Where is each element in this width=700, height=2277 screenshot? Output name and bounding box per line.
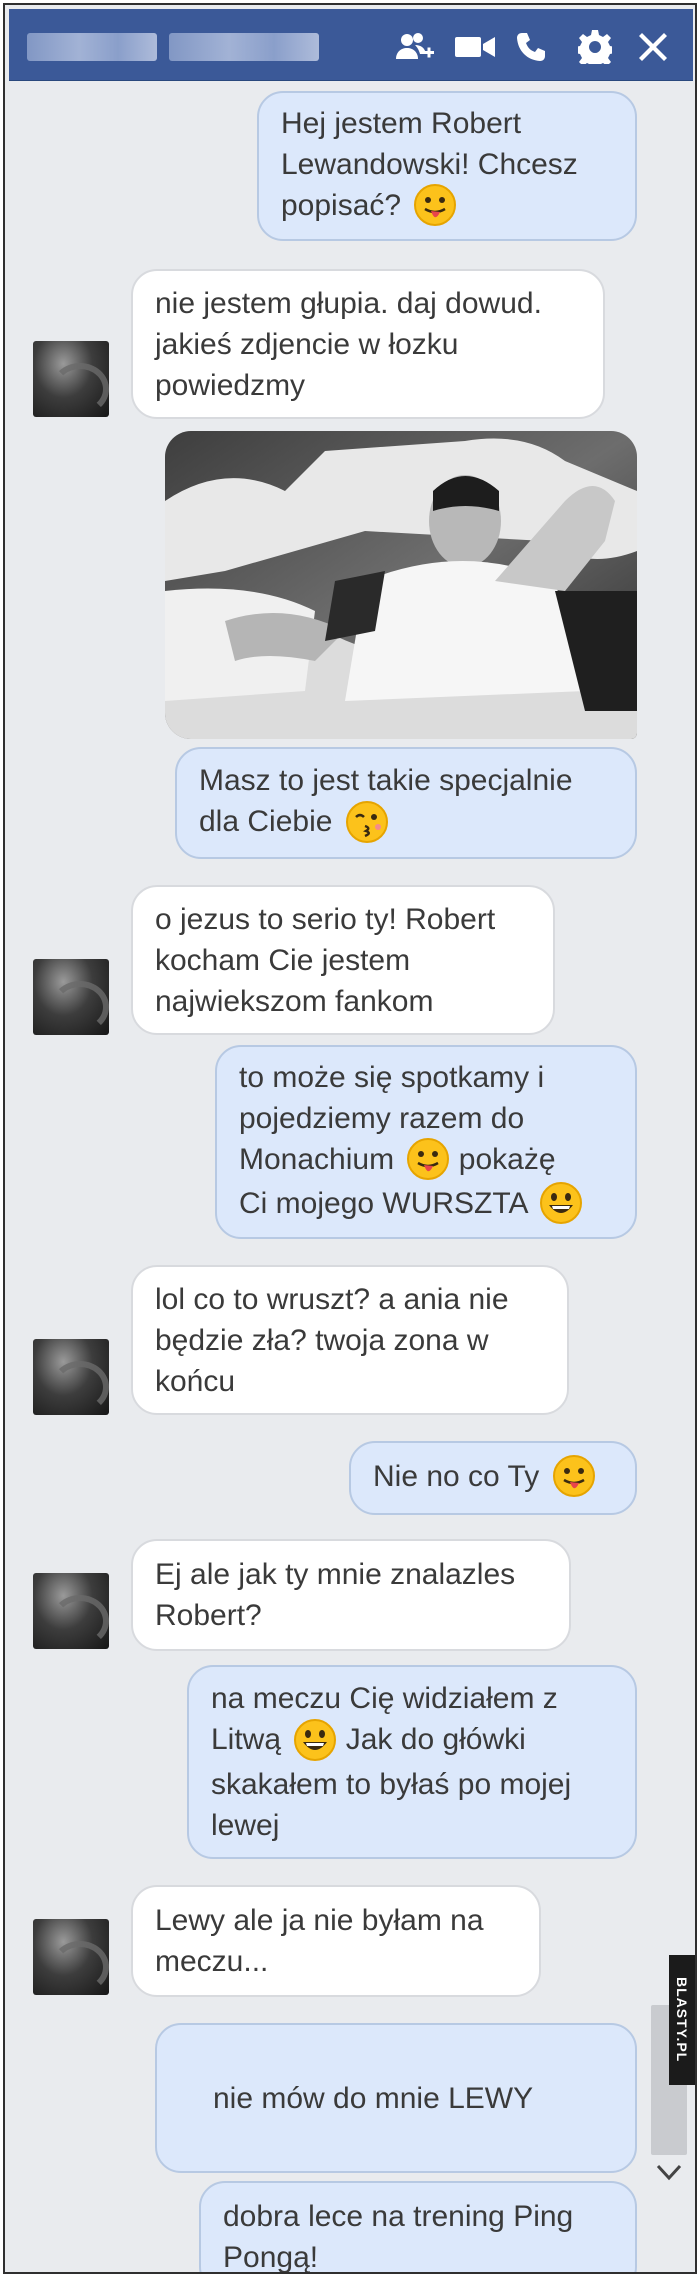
message-text: Pongą! (223, 2241, 319, 2274)
message-text: końcu (155, 1364, 236, 1398)
grinning-face-emoji-icon (294, 1718, 337, 1761)
photo-image (165, 431, 637, 739)
incoming-message: nie jestem głupia. daj dowud. jakieś zdj… (131, 269, 605, 419)
message-text: nie jestem głupia. daj dowud. (155, 286, 542, 320)
tongue-face-emoji-icon (552, 1455, 595, 1498)
outgoing-message: to może się spotkamy i pojedziemy razem … (215, 1045, 637, 1239)
outgoing-message: Masz to jest takie specjalnie dla Ciebie (175, 747, 637, 859)
message-text: Hej jestem Robert (281, 106, 522, 140)
avatar[interactable] (33, 959, 109, 1035)
grinning-face-emoji-icon (540, 1182, 583, 1225)
message-text: lewej (211, 1808, 280, 1842)
message-text: Robert? (155, 1599, 262, 1632)
message-text: pojedziemy razem do (239, 1101, 525, 1135)
message-text: meczu... (155, 1945, 269, 1978)
avatar[interactable] (33, 1919, 109, 1995)
message-text: powiedzmy (155, 368, 306, 402)
outgoing-message: Hej jestem Robert Lewandowski! Chcesz po… (257, 91, 637, 241)
chat-window: Hej jestem Robert Lewandowski! Chcesz po… (3, 3, 697, 2274)
avatar[interactable] (33, 341, 109, 417)
avatar[interactable] (33, 1573, 109, 1649)
message-text: to może się spotkamy i (239, 1060, 545, 1094)
tongue-face-emoji-icon (407, 1138, 450, 1180)
message-text: dla Ciebie (199, 805, 333, 839)
outgoing-message: na meczu Cię widziałem z Litwą Jak do gł… (187, 1665, 637, 1859)
message-text: Litwą (211, 1723, 282, 1757)
message-text: dobra lece na trening Ping (223, 2200, 574, 2233)
message-text: jakieś zdjencie w łozku (155, 327, 459, 361)
contact-name-blurred (169, 33, 319, 61)
message-text: Lewandowski! Chcesz (281, 147, 578, 181)
message-text: Masz to jest takie specjalnie (199, 764, 573, 798)
settings-gear-icon[interactable] (575, 27, 615, 67)
kissing-face-emoji-icon (345, 800, 388, 843)
message-text: pokażę (458, 1142, 556, 1176)
message-text: popisać? (281, 188, 402, 222)
message-text: na meczu Cię widziałem z (211, 1682, 558, 1716)
incoming-message: Ej ale jak ty mnie znalazles Robert? (131, 1539, 571, 1651)
chat-titlebar (9, 9, 693, 81)
outgoing-message: nie mów do mnie LEWY (155, 2023, 637, 2173)
avatar[interactable] (33, 1339, 109, 1415)
phone-icon[interactable] (511, 27, 551, 67)
message-text: Jak do główki (345, 1723, 526, 1757)
scroll-down-chevron-icon[interactable] (651, 2155, 687, 2191)
message-text: najwiekszom fankom (155, 984, 434, 1018)
message-text: o jezus to serio ty! Robert (155, 902, 496, 936)
video-call-icon[interactable] (455, 27, 495, 67)
shared-photo[interactable] (165, 431, 637, 739)
outgoing-message: dobra lece na trening Ping Pongą! (199, 2181, 637, 2274)
watermark: BLASTY.PL (669, 1955, 695, 2085)
outgoing-message: Nie no co Ty (349, 1441, 637, 1515)
message-text: Lewy ale ja nie byłam na (155, 1904, 484, 1937)
message-text: nie mów do mnie LEWY (213, 2081, 534, 2115)
message-text: Ci mojego WURSZTA (239, 1187, 527, 1220)
message-text: lol co to wruszt? a ania nie (155, 1282, 509, 1316)
incoming-message: Lewy ale ja nie byłam na meczu... (131, 1885, 541, 1997)
message-text: kocham Cie jestem (155, 943, 411, 977)
contact-name-blurred (27, 33, 157, 61)
message-text: skakałem to byłaś po mojej (211, 1767, 572, 1801)
message-text: będzie zła? twoja zona w (155, 1323, 489, 1357)
add-people-icon[interactable] (395, 27, 435, 67)
incoming-message: lol co to wruszt? a ania nie będzie zła?… (131, 1265, 569, 1415)
message-text: Ej ale jak ty mnie znalazles (155, 1558, 516, 1591)
message-text: Nie no co Ty (373, 1459, 540, 1493)
incoming-message: o jezus to serio ty! Robert kocham Cie j… (131, 885, 555, 1035)
close-icon[interactable] (633, 27, 673, 67)
tongue-face-emoji-icon (414, 184, 457, 227)
message-list: Hej jestem Robert Lewandowski! Chcesz po… (9, 83, 693, 2274)
message-text: Monachium (239, 1142, 395, 1176)
